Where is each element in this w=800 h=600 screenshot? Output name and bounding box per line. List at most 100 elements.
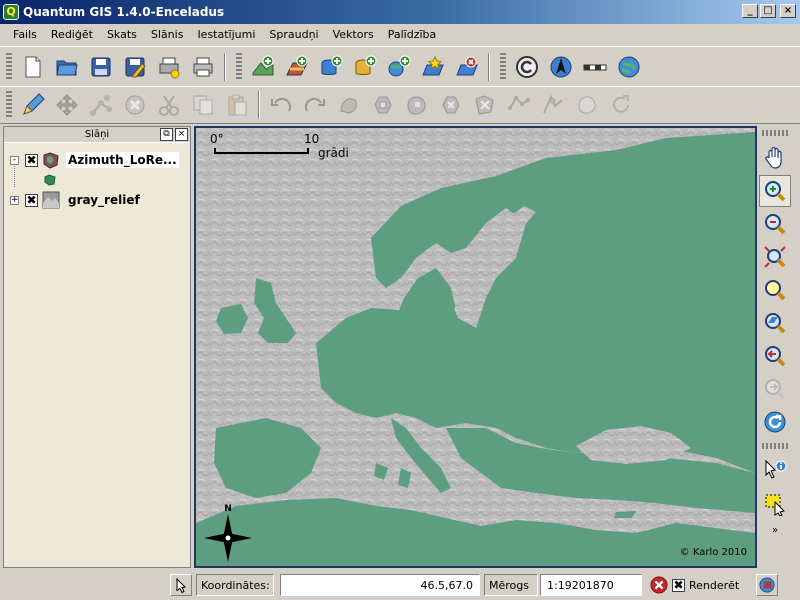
- save-project-icon: [91, 57, 111, 76]
- menu-slanis[interactable]: Slānis: [144, 28, 191, 41]
- save-project-button[interactable]: [84, 51, 118, 83]
- scale-bar-button[interactable]: [578, 51, 612, 83]
- toggle-editing-button[interactable]: [16, 89, 50, 121]
- new-vector-layer-button[interactable]: [416, 51, 450, 83]
- cut-features-button[interactable]: [152, 89, 186, 121]
- cut-features-icon: [159, 95, 179, 116]
- split-features-icon: [543, 94, 563, 114]
- delete-ring-button[interactable]: [434, 89, 468, 121]
- remove-layer-button[interactable]: [450, 51, 484, 83]
- stop-render-button[interactable]: [648, 574, 670, 596]
- menu-fails[interactable]: Fails: [6, 28, 44, 41]
- menu-iestatijumi[interactable]: Iestatījumi: [190, 28, 262, 41]
- toolbar-grip[interactable]: [762, 130, 788, 136]
- merge-features-button[interactable]: [570, 89, 604, 121]
- toolbar-grip[interactable]: [236, 52, 242, 81]
- legend-fill-swatch: [44, 174, 56, 186]
- minimize-button[interactable]: _: [742, 4, 758, 18]
- rotate-labels-button[interactable]: [604, 89, 638, 121]
- select-features-button[interactable]: [759, 488, 791, 520]
- add-spatialite-layer-button[interactable]: [348, 51, 382, 83]
- simplify-feature-button[interactable]: [332, 89, 366, 121]
- open-project-button[interactable]: [50, 51, 84, 83]
- coords-field[interactable]: 46.5,67.0: [280, 574, 480, 596]
- toolbar-grip[interactable]: [6, 52, 12, 81]
- layer-row-gray-relief[interactable]: + ✖ gray_relief: [4, 187, 190, 213]
- scale-field[interactable]: 1:19201870: [540, 574, 642, 596]
- add-vector-layer-button[interactable]: [246, 51, 280, 83]
- north-arrow-button[interactable]: [544, 51, 578, 83]
- simplify-feature-icon: [340, 98, 357, 114]
- delete-ring-icon: [442, 96, 460, 114]
- add-spatialite-layer-icon: [355, 55, 377, 75]
- toolbar-grip[interactable]: [762, 443, 788, 449]
- save-as-button[interactable]: [118, 51, 152, 83]
- copyright-label-button[interactable]: [510, 51, 544, 83]
- zoom-full-button[interactable]: [759, 241, 791, 273]
- coords-toggle-button[interactable]: [170, 574, 192, 596]
- add-island-button[interactable]: [400, 89, 434, 121]
- float-panel-button[interactable]: ⧉: [160, 128, 173, 141]
- menu-palidziba[interactable]: Palīdzība: [381, 28, 444, 41]
- paste-features-button[interactable]: [220, 89, 254, 121]
- render-checkbox[interactable]: ✖: [672, 578, 685, 592]
- render-toggle[interactable]: ✖ Renderēt: [672, 574, 739, 596]
- maximize-button[interactable]: □: [760, 4, 776, 18]
- vector-layer-icon: [43, 152, 59, 169]
- expand-toggle[interactable]: +: [10, 195, 19, 205]
- window-title-bar[interactable]: Q Quantum GIS 1.4.0-Enceladus _ □ ×: [0, 0, 800, 24]
- raster-layer-icon: [42, 191, 60, 209]
- render-label: Renderēt: [689, 578, 740, 592]
- globe-button[interactable]: [612, 51, 646, 83]
- zoom-last-button[interactable]: [759, 340, 791, 372]
- print-button[interactable]: [186, 51, 220, 83]
- add-wms-layer-button[interactable]: [382, 51, 416, 83]
- stop-render-icon: [650, 576, 668, 594]
- delete-part-button[interactable]: [468, 89, 502, 121]
- menu-redigt[interactable]: Rediģēt: [44, 28, 100, 41]
- node-tool-button[interactable]: [84, 89, 118, 121]
- redo-icon: [304, 97, 325, 112]
- collapse-toggle[interactable]: -: [10, 155, 19, 165]
- zoom-to-selection-button[interactable]: [759, 274, 791, 306]
- identify-button[interactable]: [759, 455, 791, 487]
- new-project-button[interactable]: [16, 51, 50, 83]
- menu-vektors[interactable]: Vektors: [326, 28, 381, 41]
- menu-spraudni[interactable]: Spraudņi: [262, 28, 325, 41]
- layer-visibility-checkbox[interactable]: ✖: [25, 153, 38, 167]
- pan-button[interactable]: [759, 142, 791, 174]
- zoom-in-button[interactable]: [759, 175, 791, 207]
- print-composer-button[interactable]: [152, 51, 186, 83]
- projection-button[interactable]: [756, 574, 778, 596]
- copy-features-button[interactable]: [186, 89, 220, 121]
- close-button[interactable]: ×: [780, 4, 796, 18]
- reshape-features-button[interactable]: [502, 89, 536, 121]
- scale-bar: 0° 10 grādi: [208, 132, 349, 160]
- layer-row-azimuth[interactable]: - ✖ Azimuth_LoRe...: [4, 147, 190, 173]
- more-tools-chevron-icon[interactable]: »: [772, 525, 778, 536]
- add-raster-layer-button[interactable]: [280, 51, 314, 83]
- rotate-labels-icon: [613, 95, 629, 113]
- menu-skats[interactable]: Skats: [100, 28, 144, 41]
- new-vector-layer-icon: [422, 55, 444, 75]
- layers-panel-header: Slāņi ⧉ ×: [4, 127, 190, 143]
- move-feature-button[interactable]: [50, 89, 84, 121]
- toolbar-grip[interactable]: [500, 52, 506, 81]
- delete-selected-button[interactable]: [118, 89, 152, 121]
- zoom-out-button[interactable]: [759, 208, 791, 240]
- split-features-button[interactable]: [536, 89, 570, 121]
- zoom-last-icon: [765, 346, 786, 367]
- add-ring-button[interactable]: [366, 89, 400, 121]
- toolbar-grip[interactable]: [6, 91, 12, 119]
- map-canvas[interactable]: 0° 10 grādi N © Karlo 2010: [194, 126, 757, 568]
- redo-button[interactable]: [298, 89, 332, 121]
- undo-button[interactable]: [264, 89, 298, 121]
- zoom-next-button[interactable]: [759, 373, 791, 405]
- zoom-to-layer-button[interactable]: [759, 307, 791, 339]
- add-postgis-layer-button[interactable]: [314, 51, 348, 83]
- refresh-button[interactable]: [759, 406, 791, 438]
- close-panel-button[interactable]: ×: [175, 128, 188, 141]
- layer-visibility-checkbox[interactable]: ✖: [25, 193, 38, 207]
- identify-icon: [765, 459, 787, 479]
- merge-features-icon: [578, 96, 596, 114]
